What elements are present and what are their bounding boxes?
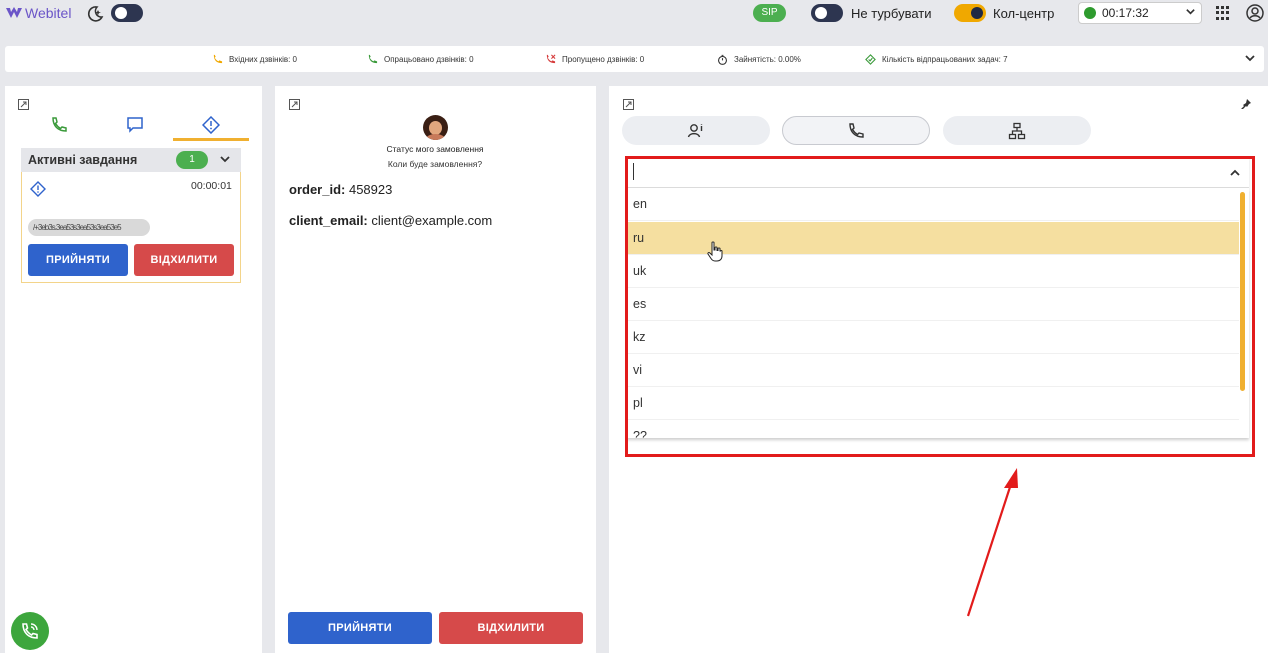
tab-calls[interactable] — [21, 116, 97, 141]
theme-toggle[interactable] — [111, 4, 143, 22]
call-fab[interactable] — [11, 612, 49, 650]
night-mode-icon — [87, 6, 104, 22]
timer-value: 00:17:32 — [1102, 6, 1149, 20]
apps-grid-icon[interactable] — [1216, 6, 1230, 20]
chevron-down-icon — [1186, 9, 1195, 15]
form-subtitle: Коли буде замовлення? — [387, 159, 483, 169]
stat-incoming: Вхідних дзвінків: 0 — [212, 54, 297, 65]
handled-call-icon — [368, 54, 378, 64]
incoming-call-icon — [213, 54, 223, 64]
client-email-value: client@example.com — [371, 213, 493, 228]
chevron-down-icon[interactable] — [1244, 52, 1256, 64]
expand-icon[interactable] — [289, 99, 300, 110]
dnd-label: Не турбувати — [851, 6, 932, 21]
tab-tasks[interactable] — [173, 116, 249, 141]
accept-button[interactable]: ПРИЙНЯТИ — [288, 612, 432, 644]
stat-missed: Пропущено дзвінків: 0 — [545, 54, 644, 65]
webitel-logo-icon — [6, 7, 22, 18]
left-tabs — [21, 116, 249, 141]
chat-icon — [127, 117, 143, 133]
task-diamond-icon — [30, 181, 46, 197]
callcenter-toggle[interactable] — [954, 4, 986, 22]
tab-client-info[interactable] — [622, 116, 770, 145]
expand-icon[interactable] — [623, 99, 634, 110]
stat-handled: Опрацьовано дзвінків: 0 — [367, 54, 474, 65]
tab-chats[interactable] — [97, 116, 173, 141]
webitel-logo: Webitel — [6, 5, 71, 21]
highlight-box — [625, 156, 1255, 457]
dnd-toggle[interactable] — [811, 4, 843, 22]
client-email-label: client_email: — [289, 213, 368, 228]
logo-text: Webitel — [25, 5, 72, 21]
client-email-field: client_email: client@example.com — [289, 213, 492, 228]
form-title: Статус мого замовлення — [386, 144, 484, 154]
stat-occupancy: Зайнятість: 0.00% — [717, 54, 801, 65]
task-diamond-icon — [202, 116, 220, 134]
sip-status-badge: SIP — [753, 4, 786, 22]
phone-icon — [52, 117, 67, 132]
task-done-icon — [865, 54, 876, 65]
phone-ring-icon — [22, 623, 38, 639]
middle-panel — [275, 86, 596, 653]
expand-icon[interactable] — [18, 99, 29, 110]
order-id-value: 458923 — [348, 182, 393, 197]
stopwatch-icon — [718, 54, 727, 65]
callcenter-label: Кол-центр — [993, 6, 1055, 21]
decline-button[interactable]: ВІДХИЛИТИ — [439, 612, 583, 644]
active-tasks-header[interactable]: Активні завдання — [21, 148, 241, 172]
tab-call-actions[interactable] — [782, 116, 930, 145]
accept-button[interactable]: ПРИЙНЯТИ — [28, 244, 128, 276]
account-icon[interactable] — [1246, 4, 1264, 22]
order-id-label: order_id: — [289, 182, 346, 197]
phone-icon — [849, 122, 864, 138]
stat-tasks-done: Кількість відпрацьованих задач: 7 — [865, 54, 1008, 65]
status-timer-select[interactable]: 00:17:32 — [1078, 2, 1202, 24]
pin-icon[interactable] — [1240, 98, 1252, 110]
task-blurred-text: /+3eb3s.3ea53s3ea53s3ea53e5 — [28, 219, 150, 236]
tab-flow[interactable] — [943, 116, 1091, 145]
stats-bar: Вхідних дзвінків: 0 Опрацьовано дзвінків… — [5, 46, 1264, 72]
top-bar: Webitel SIP Не турбувати Кол-центр 00:17… — [0, 0, 1268, 28]
client-info-icon — [687, 123, 703, 137]
flow-icon — [1008, 122, 1026, 139]
order-id-field: order_id: 458923 — [289, 182, 392, 197]
online-status-icon — [1084, 7, 1096, 19]
task-timer: 00:00:01 — [191, 180, 232, 192]
hand-cursor-icon — [707, 241, 723, 262]
active-tasks-count-badge: 1 — [176, 151, 208, 169]
missed-call-icon — [546, 54, 556, 64]
avatar — [423, 115, 448, 140]
chevron-down-icon[interactable] — [219, 153, 231, 165]
decline-button[interactable]: ВІДХИЛИТИ — [134, 244, 234, 276]
